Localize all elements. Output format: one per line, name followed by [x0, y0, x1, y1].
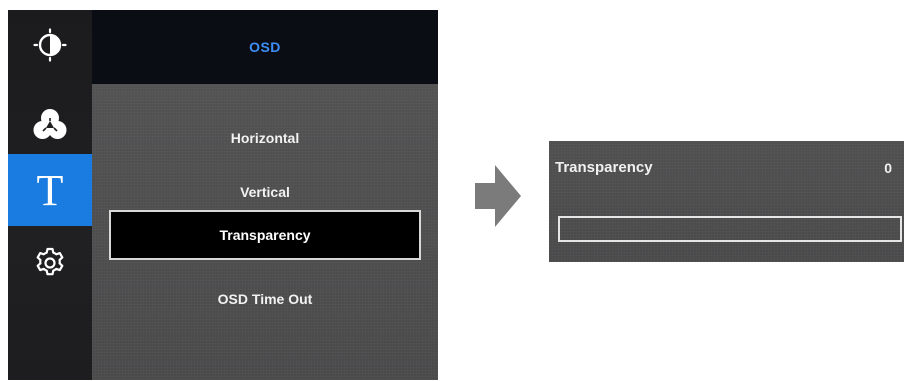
osd-menu-panel: T OSD Horizontal Vertical Transparency O… — [8, 10, 438, 380]
transparency-value: 0 — [884, 160, 892, 176]
osd-header-title: OSD — [249, 39, 281, 55]
sidebar-item-settings[interactable] — [8, 226, 92, 300]
arrow-right-icon — [473, 163, 523, 234]
sidebar-item-color[interactable] — [8, 88, 92, 160]
menu-item-transparency-label: Transparency — [219, 227, 311, 243]
menu-item-vertical[interactable]: Vertical — [92, 184, 438, 200]
menu-item-osd-time-out[interactable]: OSD Time Out — [92, 291, 438, 307]
sidebar-item-text[interactable]: T — [8, 154, 92, 226]
transparency-label: Transparency — [555, 159, 653, 176]
menu-item-transparency[interactable]: Transparency — [109, 210, 421, 260]
menu-item-horizontal[interactable]: Horizontal — [92, 130, 438, 146]
osd-header: OSD — [92, 10, 438, 84]
color-icon — [32, 107, 68, 141]
text-t-icon: T — [36, 166, 64, 215]
osd-sidebar: T — [8, 10, 92, 380]
sidebar-item-brightness[interactable] — [8, 10, 92, 80]
transparency-submenu-panel: Transparency 0 — [549, 141, 904, 262]
screenshot-stage: T OSD Horizontal Vertical Transparency O… — [0, 0, 904, 381]
settings-gear-icon — [33, 246, 67, 280]
osd-menu-list: Horizontal Vertical Transparency OSD Tim… — [92, 84, 438, 380]
brightness-icon — [33, 28, 67, 62]
transparency-slider[interactable] — [558, 216, 902, 242]
